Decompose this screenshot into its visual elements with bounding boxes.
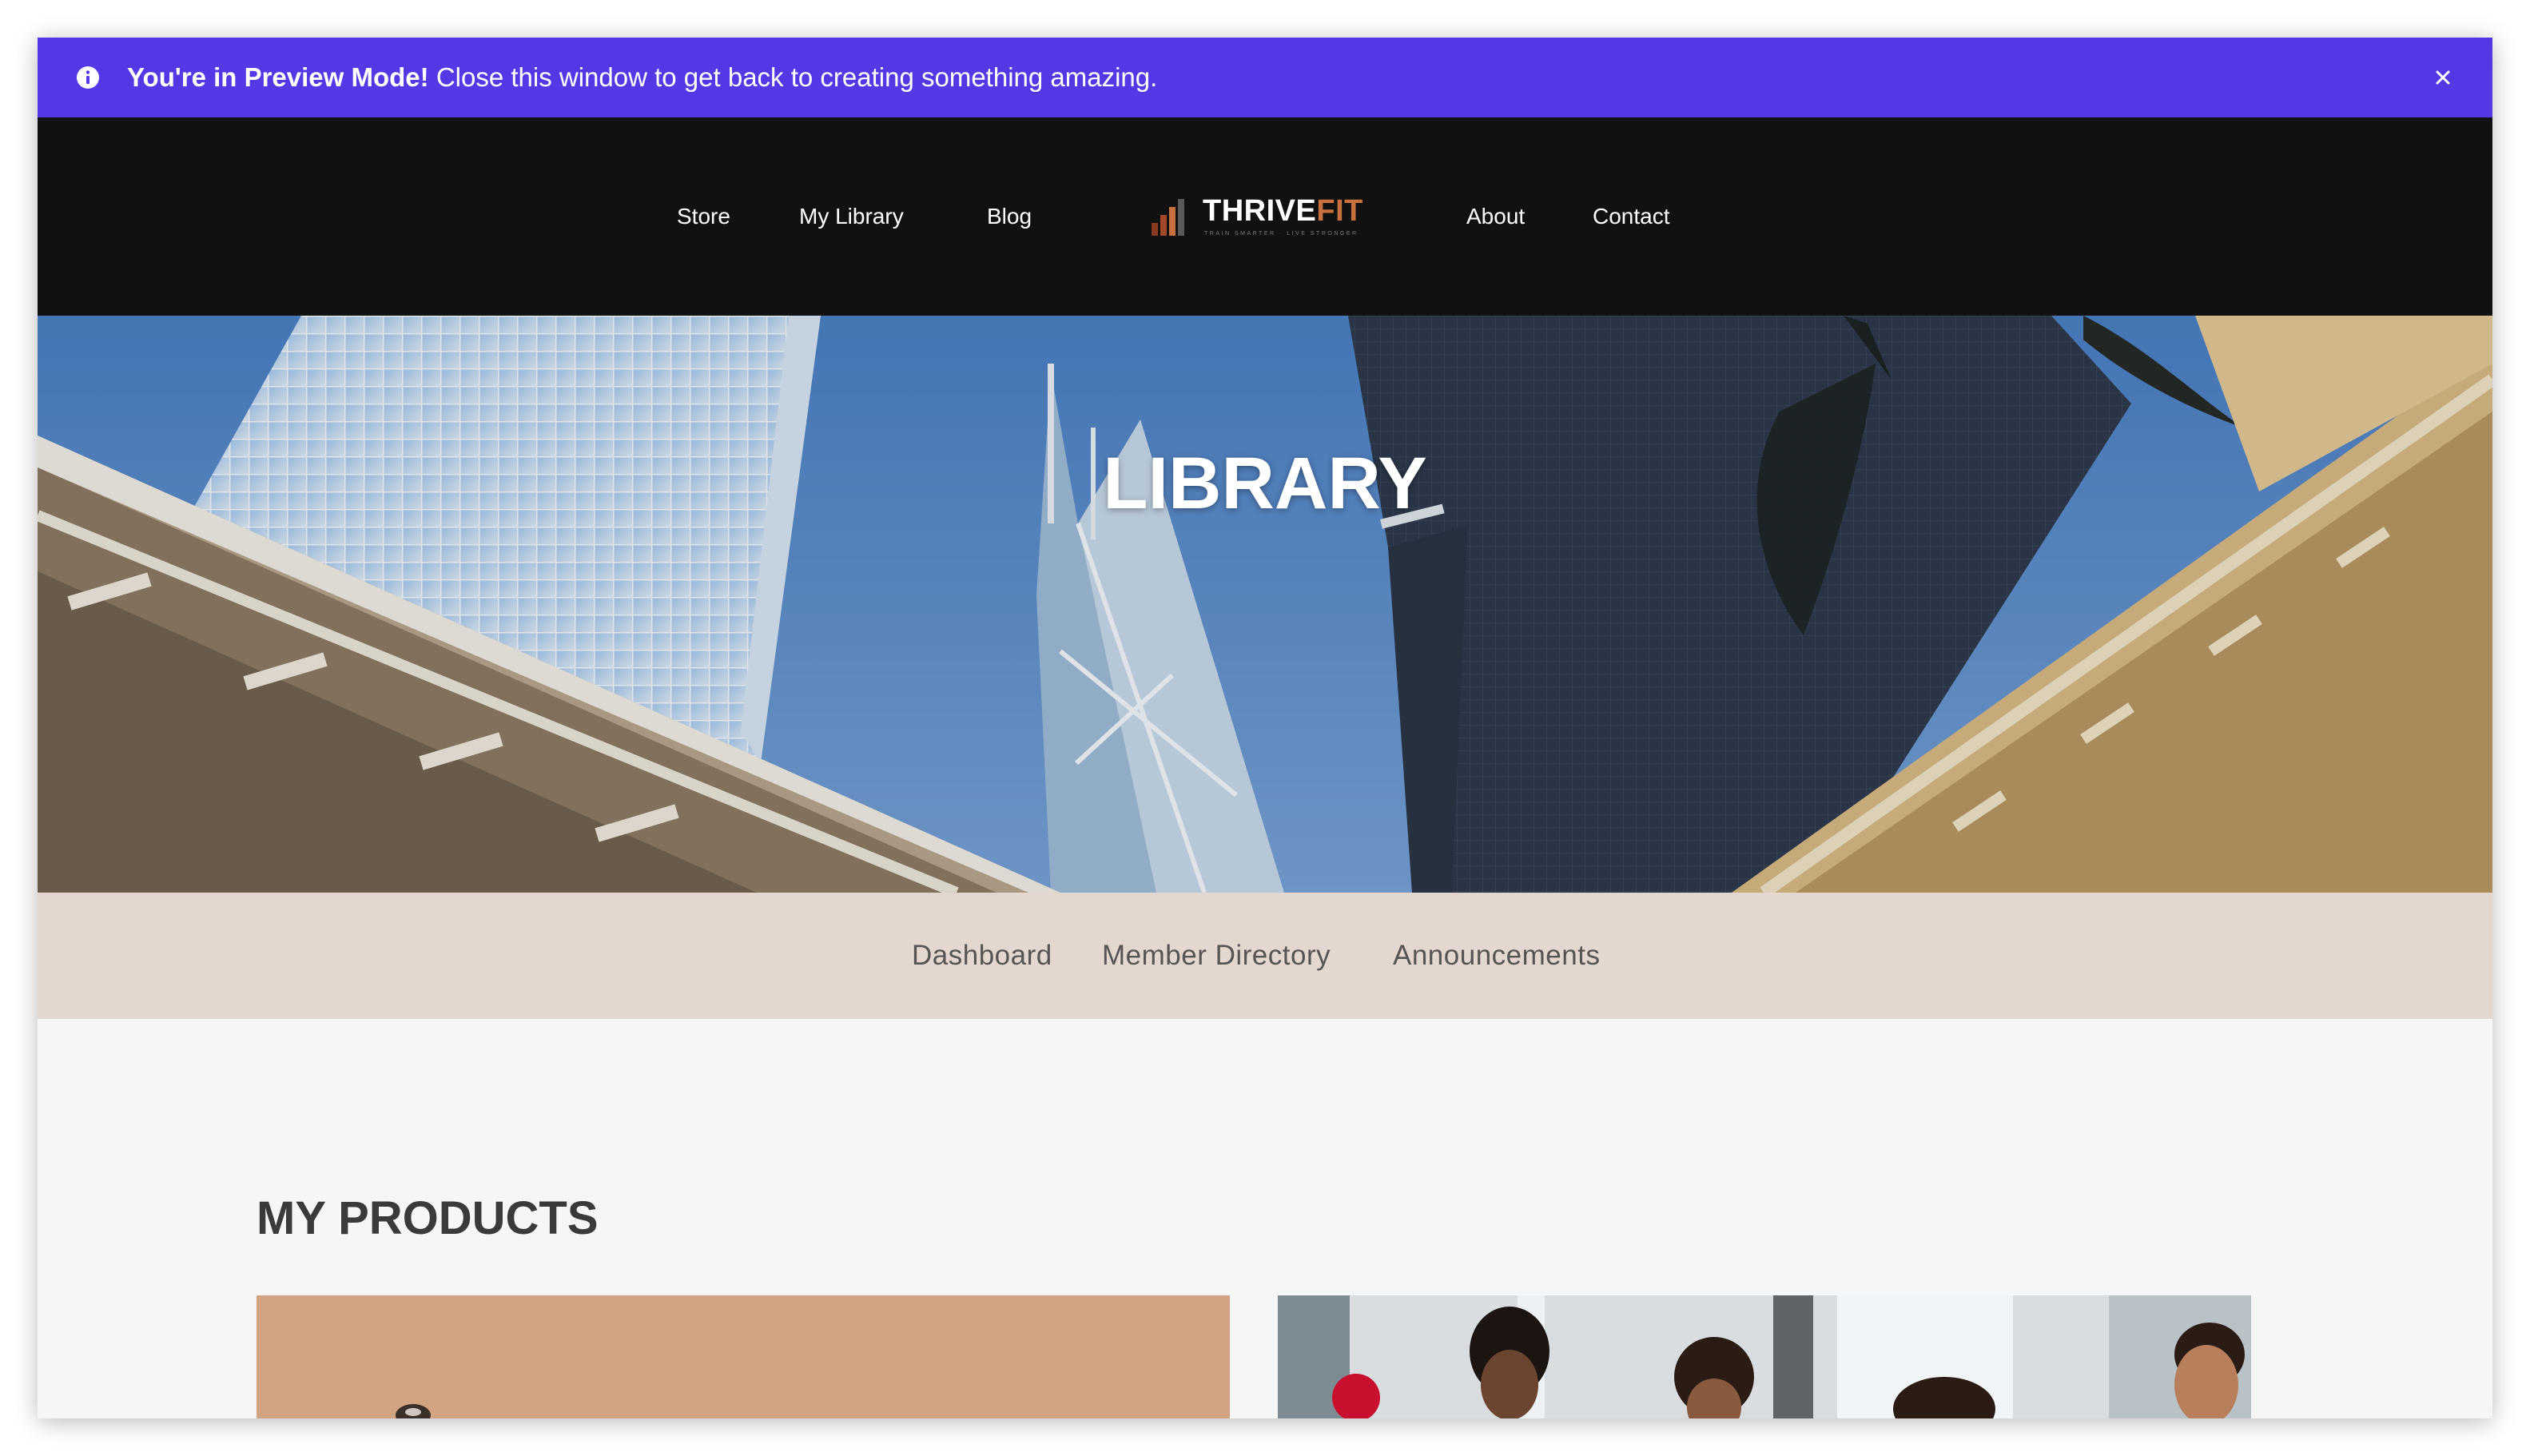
logo-wordmark: THRIVEFIT: [1203, 194, 1363, 229]
nav-about[interactable]: About: [1466, 117, 1525, 316]
product-thumbnail-image: [1278, 1295, 2251, 1418]
browser-window: You're in Preview Mode! Close this windo…: [38, 38, 2492, 1418]
thrivefit-logo[interactable]: THRIVEFIT TRAIN SMARTER · LIVE STRONGER: [1150, 193, 1374, 241]
nav-contact[interactable]: Contact: [1593, 117, 1670, 316]
subnav-dashboard[interactable]: Dashboard: [912, 893, 1052, 1019]
preview-message-bold: You're in Preview Mode!: [127, 62, 429, 92]
preview-banner: You're in Preview Mode! Close this windo…: [38, 38, 2492, 117]
library-subnav: Dashboard Member Directory Announcements: [38, 893, 2492, 1019]
logo-bars-icon: [1152, 199, 1184, 236]
site-header: Store My Library Blog THRIVEFIT TRAIN SM…: [38, 117, 2492, 316]
preview-message-text: Close this window to get back to creatin…: [428, 62, 1158, 92]
logo-brand-accent: FIT: [1316, 194, 1363, 228]
product-thumbnail-image: [257, 1295, 1230, 1418]
product-card[interactable]: [1278, 1295, 2251, 1418]
logo-tagline: TRAIN SMARTER · LIVE STRONGER: [1204, 231, 1358, 237]
info-icon: [77, 66, 99, 89]
subnav-announcements[interactable]: Announcements: [1393, 893, 1600, 1019]
subnav-member-directory[interactable]: Member Directory: [1102, 893, 1331, 1019]
my-products-title: MY PRODUCTS: [257, 1192, 599, 1244]
logo-brand-main: THRIVE: [1203, 194, 1317, 228]
nav-my-library[interactable]: My Library: [799, 117, 904, 316]
nav-store[interactable]: Store: [677, 117, 730, 316]
close-icon[interactable]: [2429, 63, 2457, 92]
product-card[interactable]: [257, 1295, 1230, 1418]
hero-title: LIBRARY: [1103, 443, 1427, 524]
hero-banner: LIBRARY: [38, 316, 2492, 893]
nav-blog[interactable]: Blog: [987, 117, 1032, 316]
preview-message: You're in Preview Mode! Close this windo…: [127, 38, 1157, 117]
